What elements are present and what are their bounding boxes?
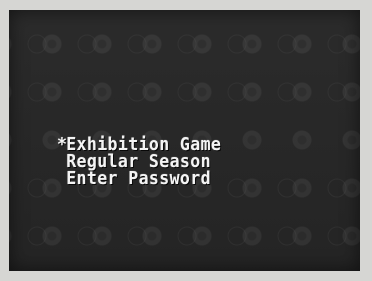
menu-item-label: Enter Password <box>66 168 211 189</box>
game-screen: *Exhibition Game Regular Season Enter Pa… <box>9 10 360 271</box>
menu-item-enter-password[interactable]: Enter Password <box>57 168 324 189</box>
selection-cursor: * <box>57 134 68 155</box>
main-menu: *Exhibition Game Regular Season Enter Pa… <box>57 134 324 189</box>
printed-page-frame: *Exhibition Game Regular Season Enter Pa… <box>0 0 372 281</box>
